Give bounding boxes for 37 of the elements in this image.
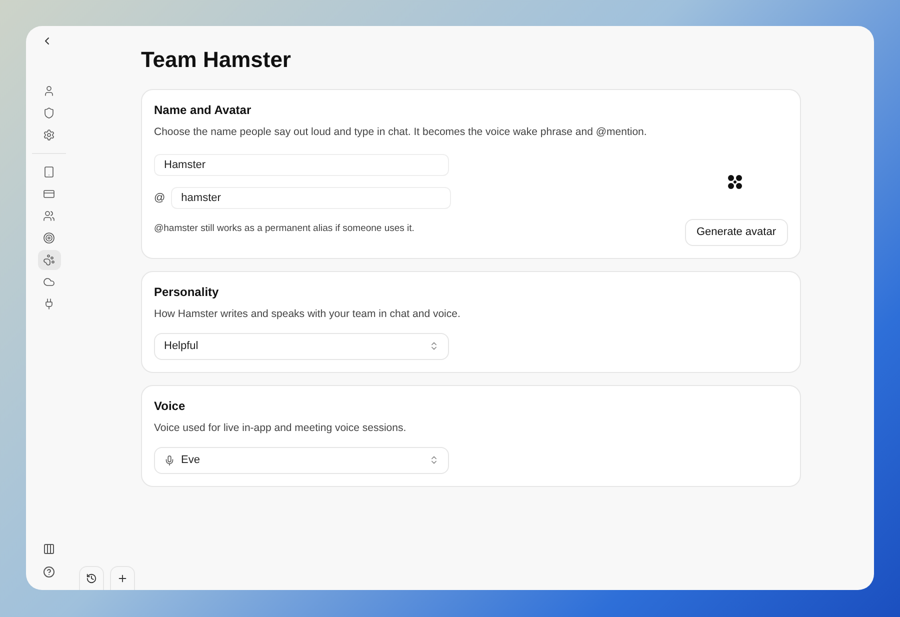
plug-icon bbox=[43, 298, 55, 310]
select-value: Helpful bbox=[164, 339, 200, 354]
microphone-icon bbox=[164, 454, 175, 466]
at-prefix: @ bbox=[154, 190, 166, 206]
settings-icon bbox=[43, 129, 55, 141]
select-value: Eve bbox=[181, 453, 201, 468]
add-button[interactable] bbox=[110, 566, 135, 590]
columns-icon[interactable] bbox=[43, 543, 55, 555]
avatar-icon bbox=[727, 174, 743, 190]
shield-icon bbox=[43, 107, 55, 119]
history-button[interactable] bbox=[79, 566, 104, 590]
tablet-icon bbox=[43, 166, 55, 178]
history-icon bbox=[86, 573, 97, 584]
name-field[interactable]: Hamster bbox=[154, 154, 449, 176]
paw-icon bbox=[43, 254, 55, 266]
handle-field[interactable]: hamster bbox=[171, 186, 452, 209]
section-title: Voice bbox=[154, 398, 186, 415]
chevron-icon bbox=[429, 455, 439, 466]
user-icon bbox=[43, 85, 55, 97]
section-description: Voice used for live in-app and meeting voice sessions. bbox=[154, 421, 408, 436]
section-title: Name and Avatar bbox=[154, 102, 252, 119]
chevron-icon bbox=[429, 341, 439, 352]
card-icon bbox=[43, 188, 55, 200]
section-title: Personality bbox=[154, 284, 220, 301]
help-icon[interactable] bbox=[43, 566, 55, 578]
page-title: Team Hamster bbox=[141, 46, 292, 74]
dropdown-select[interactable]: Eve bbox=[154, 446, 449, 474]
sidebar-item[interactable] bbox=[38, 250, 60, 270]
dropdown-select[interactable]: Helpful bbox=[154, 332, 449, 360]
section-description: How Hamster writes and speaks with your team in chat and voice. bbox=[154, 307, 462, 322]
users-icon bbox=[43, 210, 55, 222]
section-description: Choose the name people say out loud and type in chat. It becomes the voice wake phrase and @mention. bbox=[154, 125, 648, 140]
cloud-icon bbox=[43, 276, 55, 288]
alias-note: @hamster still works as a permanent alias if someone uses it. bbox=[154, 222, 416, 236]
generate-avatar-button[interactable]: Generate avatar bbox=[684, 218, 788, 246]
plus-icon bbox=[117, 573, 128, 584]
target-icon bbox=[43, 232, 55, 244]
